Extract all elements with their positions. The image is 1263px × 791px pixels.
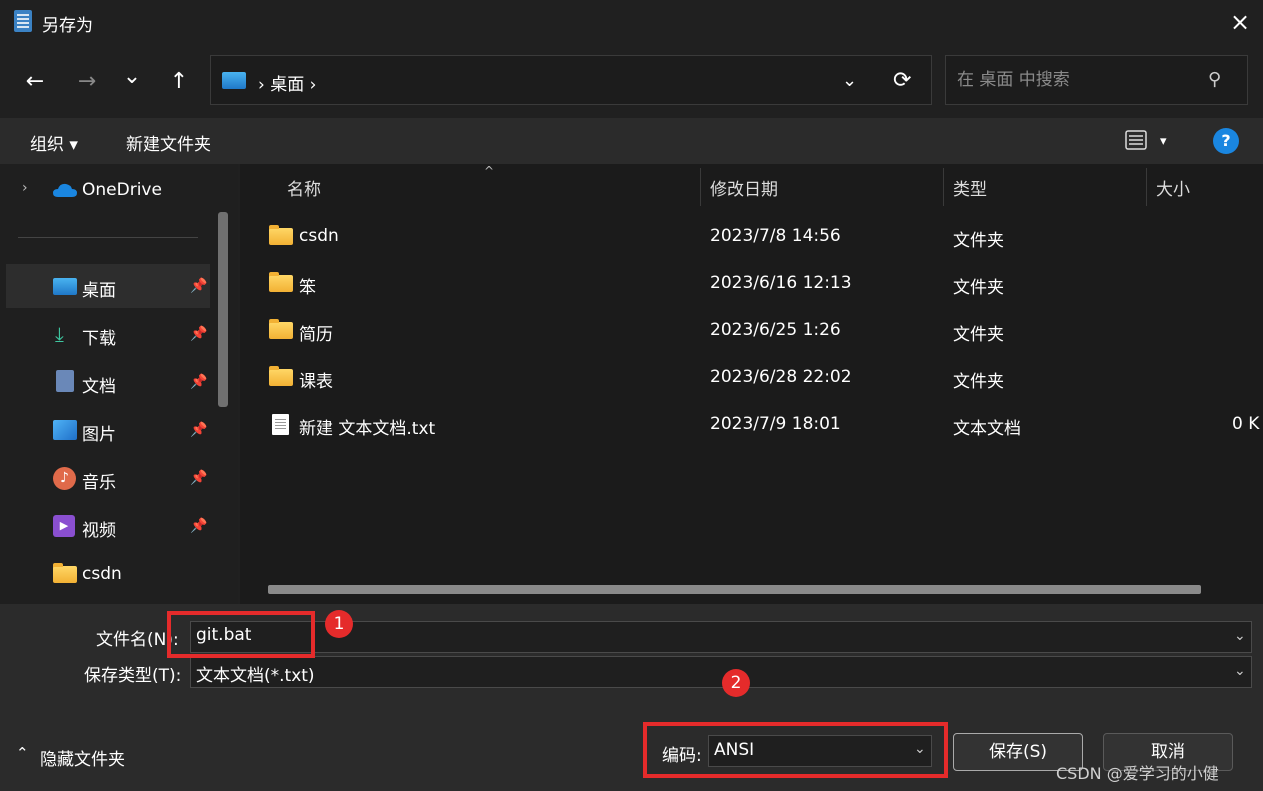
sidebar-item-videos[interactable]: 视频	[82, 516, 116, 541]
file-name[interactable]: 新建 文本文档.txt	[299, 414, 435, 439]
recent-locations-icon[interactable]: ⌄	[115, 60, 149, 94]
back-icon[interactable]: ←	[18, 65, 52, 99]
window-title: 另存为	[42, 16, 93, 36]
file-type: 文件夹	[953, 372, 1004, 392]
column-divider[interactable]	[943, 168, 944, 206]
chevron-down-icon[interactable]: ⌄	[1234, 628, 1246, 644]
chevron-up-icon[interactable]: ⌃	[16, 744, 29, 762]
column-header-type[interactable]: 类型	[953, 175, 987, 200]
chevron-down-icon[interactable]: ⌄	[1234, 663, 1246, 679]
notepad-icon	[14, 10, 32, 32]
file-modified: 2023/6/28 22:02	[710, 367, 852, 387]
folder-icon	[269, 366, 293, 386]
organize-menu[interactable]: 组织 ▾	[30, 130, 78, 155]
file-modified: 2023/6/16 12:13	[710, 273, 852, 293]
download-icon: ⤓	[55, 322, 64, 346]
file-modified: 2023/6/25 1:26	[710, 320, 841, 340]
sidebar-item-onedrive[interactable]: OneDrive	[82, 180, 162, 200]
desktop-icon	[53, 278, 77, 295]
pin-icon: 📌	[190, 278, 208, 294]
pin-icon: 📌	[190, 326, 208, 342]
sidebar-divider	[18, 237, 198, 238]
file-size: 0 K	[1232, 414, 1260, 434]
folder-icon	[269, 319, 293, 339]
up-icon[interactable]: ↑	[162, 65, 196, 99]
column-divider[interactable]	[1146, 168, 1147, 206]
close-icon[interactable]: ×	[1226, 8, 1254, 36]
file-type: 文件夹	[953, 278, 1004, 298]
file-name[interactable]: 简历	[299, 320, 333, 345]
column-divider[interactable]	[700, 168, 701, 206]
filetype-label: 保存类型(T):	[84, 666, 182, 686]
sidebar-item-pictures[interactable]: 图片	[82, 420, 116, 445]
file-name[interactable]: 笨	[299, 273, 316, 298]
highlight-box-encoding	[643, 722, 948, 778]
column-header-name[interactable]: 名称	[287, 175, 321, 200]
onedrive-icon	[53, 183, 77, 197]
file-type: 文本文档	[953, 419, 1021, 439]
sidebar-item-downloads[interactable]: 下载	[82, 324, 116, 349]
view-options-icon[interactable]	[1124, 128, 1148, 152]
file-modified: 2023/7/9 18:01	[710, 414, 841, 434]
highlight-box-filename	[167, 611, 315, 658]
document-icon	[56, 370, 74, 392]
search-icon[interactable]: ⚲	[1208, 69, 1221, 90]
file-type: 文件夹	[953, 325, 1004, 345]
sidebar-item-csdn[interactable]: csdn	[82, 564, 122, 584]
refresh-icon[interactable]: ⟳	[893, 68, 911, 93]
pictures-icon	[53, 420, 77, 440]
sidebar-item-label: 桌面	[82, 281, 116, 301]
folder-icon	[269, 272, 293, 292]
desktop-folder-icon	[222, 72, 246, 89]
search-input[interactable]	[955, 69, 1199, 91]
sidebar-scrollbar[interactable]	[218, 212, 228, 407]
pin-icon: 📌	[190, 518, 208, 534]
column-header-size[interactable]: 大小	[1156, 175, 1190, 200]
horizontal-scrollbar[interactable]	[268, 585, 1201, 594]
expand-chevron-icon[interactable]: ›	[22, 180, 28, 196]
watermark: CSDN @爱学习的小健	[1056, 764, 1219, 783]
forward-icon[interactable]: →	[70, 65, 104, 99]
file-name[interactable]: 课表	[299, 367, 333, 392]
hide-folders-button[interactable]: 隐藏文件夹	[40, 745, 125, 770]
sidebar-item-documents[interactable]: 文档	[82, 372, 116, 397]
folder-icon	[269, 225, 293, 245]
column-header-modified[interactable]: 修改日期	[710, 175, 778, 200]
file-name[interactable]: csdn	[299, 226, 339, 246]
new-folder-button[interactable]: 新建文件夹	[126, 130, 211, 155]
sort-ascending-icon: ^	[484, 164, 495, 178]
pin-icon: 📌	[190, 470, 208, 486]
address-dropdown-icon[interactable]: ⌄	[842, 70, 857, 91]
text-file-icon	[272, 414, 289, 435]
view-chevron-icon[interactable]: ▾	[1160, 134, 1167, 149]
sidebar-item-music[interactable]: 音乐	[82, 468, 116, 493]
music-icon: ♪	[53, 467, 76, 490]
folder-icon	[53, 563, 77, 583]
video-icon: ▶	[53, 515, 75, 537]
title-bar	[0, 0, 1263, 44]
pin-icon: 📌	[190, 374, 208, 390]
breadcrumb[interactable]: › 桌面 ›	[258, 70, 316, 95]
pin-icon: 📌	[190, 422, 208, 438]
filetype-select[interactable]	[190, 656, 1252, 688]
filetype-value[interactable]: 文本文档(*.txt)	[196, 661, 315, 686]
file-type: 文件夹	[953, 231, 1004, 251]
help-icon[interactable]: ?	[1213, 128, 1239, 154]
address-bar[interactable]	[210, 55, 932, 105]
step-badge-1: 1	[325, 610, 353, 638]
step-badge-2: 2	[722, 669, 750, 697]
file-modified: 2023/7/8 14:56	[710, 226, 841, 246]
